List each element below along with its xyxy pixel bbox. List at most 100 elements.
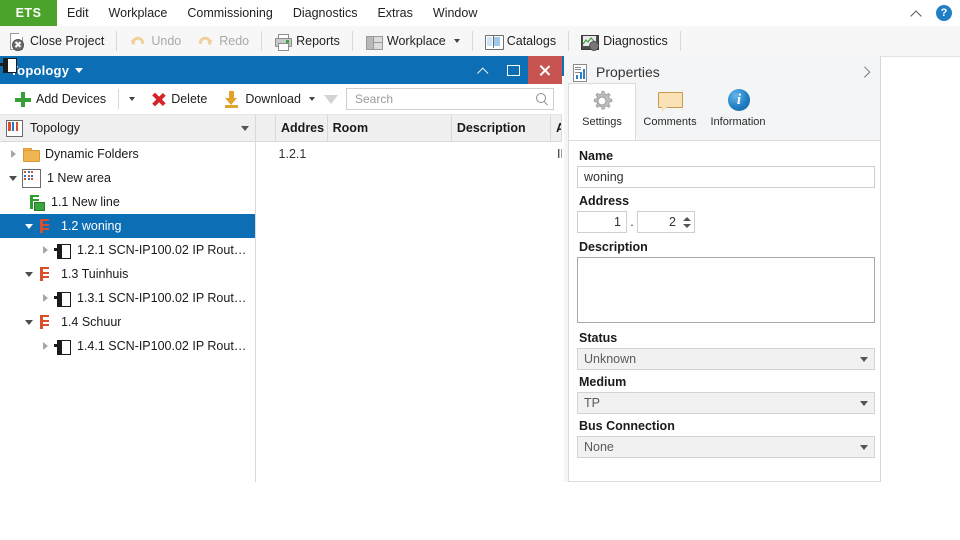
- bus-connection-value: None: [584, 440, 614, 454]
- topology-close-button[interactable]: [528, 56, 562, 84]
- medium-dropdown[interactable]: TP: [577, 392, 875, 414]
- catalogs-icon: [485, 33, 502, 50]
- menu-item-diagnostics[interactable]: Diagnostics: [283, 0, 368, 26]
- address-row: .: [577, 211, 870, 233]
- tree-item-label: Dynamic Folders: [45, 147, 139, 161]
- toolbar-separator: [352, 31, 353, 51]
- search-input[interactable]: [353, 91, 536, 107]
- tree-item-device-1-3-1[interactable]: 1.3.1 SCN-IP100.02 IP Router with e...: [0, 286, 255, 310]
- tab-settings[interactable]: Settings: [568, 83, 636, 140]
- properties-title: Properties: [596, 64, 660, 80]
- tab-comments[interactable]: Comments: [636, 83, 704, 140]
- reports-button[interactable]: Reports: [266, 27, 348, 55]
- download-label: Download: [245, 92, 301, 106]
- chevron-down-icon: [129, 97, 135, 101]
- tree-item-tuinhuis[interactable]: 1.3 Tuinhuis: [0, 262, 255, 286]
- comment-icon: [657, 88, 683, 114]
- bus-connection-label: Bus Connection: [579, 419, 870, 433]
- toolbar-separator: [261, 31, 262, 51]
- expander-icon[interactable]: [38, 286, 54, 310]
- name-label: Name: [579, 149, 870, 163]
- column-header-app[interactable]: App: [551, 115, 562, 141]
- chevron-right-icon[interactable]: [860, 67, 870, 77]
- delete-button[interactable]: Delete: [141, 85, 215, 113]
- workplace-button[interactable]: Workplace: [357, 27, 468, 55]
- search-box[interactable]: [346, 88, 554, 110]
- expander-icon[interactable]: [22, 262, 38, 286]
- expander-icon[interactable]: [22, 310, 38, 334]
- catalogs-button[interactable]: Catalogs: [477, 27, 564, 55]
- chevron-up-icon[interactable]: [910, 6, 924, 20]
- menu-item-workplace[interactable]: Workplace: [99, 0, 178, 26]
- tree-item-label: 1 New area: [47, 171, 111, 185]
- close-project-label: Close Project: [30, 34, 104, 48]
- redo-button[interactable]: Redo: [189, 27, 257, 55]
- expander-icon[interactable]: [6, 142, 22, 166]
- chevron-down-icon[interactable]: [241, 126, 249, 131]
- tree-item-woning[interactable]: 1.2 woning: [0, 214, 255, 238]
- address-label: Address: [579, 194, 870, 208]
- topology-maximize-button[interactable]: [498, 56, 528, 84]
- description-field[interactable]: [577, 257, 875, 323]
- column-header-icon[interactable]: [256, 115, 276, 141]
- column-header-address[interactable]: Addres: [276, 115, 328, 141]
- menu-item-window[interactable]: Window: [423, 0, 487, 26]
- menu-item-extras[interactable]: Extras: [367, 0, 422, 26]
- chevron-down-icon[interactable]: [309, 97, 315, 101]
- stepper-arrows[interactable]: [680, 212, 694, 232]
- topology-collapse-button[interactable]: [468, 56, 498, 84]
- tree-item-device-1-4-1[interactable]: 1.4.1 SCN-IP100.02 IP Router with e...: [0, 334, 255, 358]
- menu-item-edit[interactable]: Edit: [57, 0, 99, 26]
- close-project-button[interactable]: Close Project: [0, 27, 112, 55]
- expander-icon[interactable]: [38, 238, 54, 262]
- toolbar-separator: [568, 31, 569, 51]
- topology-panel-dropdown-icon[interactable]: [75, 68, 83, 73]
- tab-information[interactable]: Information: [704, 83, 772, 140]
- add-devices-dropdown[interactable]: [123, 85, 141, 113]
- tree-item-device-1-2-1[interactable]: 1.2.1 SCN-IP100.02 IP Router with e...: [0, 238, 255, 262]
- search-icon[interactable]: [536, 93, 549, 106]
- help-icon[interactable]: ?: [936, 5, 952, 21]
- tree-item-new-line[interactable]: 1.1 New line: [0, 190, 255, 214]
- topology-tree-header-label: Topology: [30, 121, 80, 135]
- status-dropdown[interactable]: Unknown: [577, 348, 875, 370]
- close-project-icon: [8, 33, 25, 50]
- stepper-up-icon[interactable]: [683, 217, 691, 221]
- properties-panel: Properties Settings Co: [564, 56, 881, 482]
- table-row[interactable]: 1.2.1 IP Inte: [256, 142, 562, 166]
- topology-panel-titlebar: Topology: [0, 56, 562, 84]
- undo-button[interactable]: Undo: [121, 27, 189, 55]
- topology-body: Topology Dynamic Folders: [0, 115, 562, 482]
- topology-icon: [6, 120, 23, 137]
- address-area-field[interactable]: [577, 211, 627, 233]
- tab-settings-label: Settings: [582, 116, 622, 128]
- expander-icon[interactable]: [22, 214, 38, 238]
- menu-bar-right-group: ?: [910, 0, 960, 26]
- address-line-stepper[interactable]: [637, 211, 695, 233]
- tree-item-label: 1.2.1 SCN-IP100.02 IP Router with e...: [77, 243, 251, 257]
- stepper-down-icon[interactable]: [683, 224, 691, 228]
- expander-icon[interactable]: [38, 334, 54, 358]
- tree-item-dynamic-folders[interactable]: Dynamic Folders: [0, 142, 255, 166]
- ets-logo-button[interactable]: ETS: [0, 0, 57, 26]
- chevron-down-icon[interactable]: [454, 39, 460, 43]
- address-line-field[interactable]: [638, 215, 680, 229]
- filter-icon[interactable]: [324, 95, 338, 104]
- information-icon: [725, 88, 751, 114]
- bus-connection-dropdown[interactable]: None: [577, 436, 875, 458]
- device-grid: Addres Room Description App 1.2.1 IP Int…: [256, 115, 562, 482]
- menu-item-commissioning[interactable]: Commissioning: [177, 0, 282, 26]
- diagnostics-button[interactable]: Diagnostics: [573, 27, 676, 55]
- line-icon: [38, 314, 55, 331]
- tree-item-label: 1.2 woning: [61, 219, 121, 233]
- column-header-description[interactable]: Description: [452, 115, 551, 141]
- tree-item-new-area[interactable]: 1 New area: [0, 166, 255, 190]
- download-button[interactable]: Download: [215, 85, 323, 113]
- expander-icon[interactable]: [6, 166, 22, 190]
- name-field[interactable]: [577, 166, 875, 188]
- chevron-up-icon: [479, 66, 488, 75]
- column-header-room[interactable]: Room: [328, 115, 452, 141]
- properties-tabs: Settings Comments Information: [564, 88, 880, 140]
- add-devices-button[interactable]: Add Devices: [6, 85, 114, 113]
- tree-item-schuur[interactable]: 1.4 Schuur: [0, 310, 255, 334]
